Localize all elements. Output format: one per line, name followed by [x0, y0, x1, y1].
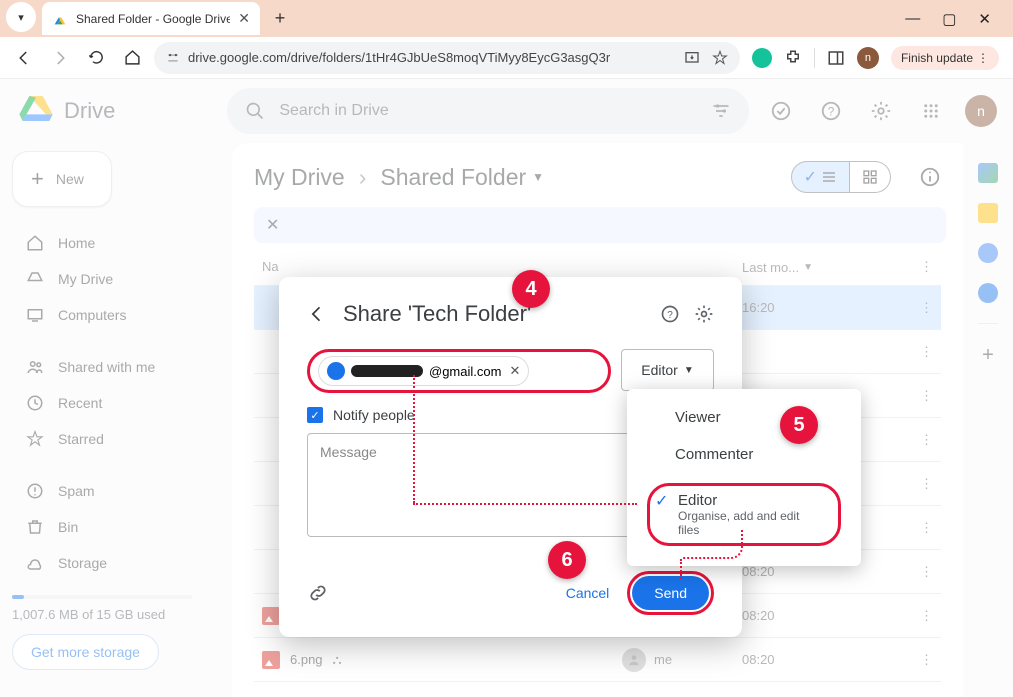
recipient-input[interactable]: @gmail.com ✕: [307, 349, 611, 393]
close-window-icon[interactable]: ✕: [978, 10, 991, 28]
window-controls: — ▢ ✕: [905, 0, 1013, 37]
person-icon: [327, 362, 345, 380]
tab-search-button[interactable]: ▾: [6, 2, 36, 32]
notify-label: Notify people: [333, 407, 415, 423]
notify-checkbox[interactable]: ✓: [307, 407, 323, 423]
url-bar[interactable]: drive.google.com/drive/folders/1tHr4GJbU…: [154, 42, 740, 74]
send-button[interactable]: Send: [632, 576, 709, 610]
email-suffix: @gmail.com: [429, 364, 501, 379]
role-editor[interactable]: ✓ Editor Organise, add and edit files: [637, 477, 851, 552]
modal-title: Share 'Tech Folder': [343, 301, 531, 327]
role-editor-label: Editor: [678, 492, 810, 509]
url-text: drive.google.com/drive/folders/1tHr4GJbU…: [188, 50, 610, 65]
modal-help-icon[interactable]: ?: [660, 304, 680, 324]
role-dropdown-button[interactable]: Editor ▼: [621, 349, 714, 391]
recipient-chip[interactable]: @gmail.com ✕: [318, 356, 529, 386]
role-editor-sub: Organise, add and edit files: [678, 509, 810, 537]
grammarly-icon[interactable]: [752, 48, 772, 68]
tab-title: Shared Folder - Google Drive: [76, 12, 230, 26]
extension-icons: n Finish update⋮: [748, 46, 1003, 70]
role-menu: Viewer Commenter ✓ Editor Organise, add …: [627, 389, 861, 566]
back-button[interactable]: [10, 44, 38, 72]
minimize-icon[interactable]: —: [905, 10, 920, 27]
cancel-button[interactable]: Cancel: [566, 585, 610, 601]
browser-tab-strip: ▾ Shared Folder - Google Drive ✕ + — ▢ ✕: [0, 0, 1013, 37]
drive-favicon: [52, 11, 68, 27]
new-tab-button[interactable]: +: [266, 5, 294, 33]
profile-avatar[interactable]: n: [857, 47, 879, 69]
forward-button[interactable]: [46, 44, 74, 72]
reload-button[interactable]: [82, 44, 110, 72]
callout-5: 5: [780, 406, 818, 444]
modal-back-icon[interactable]: [307, 304, 327, 324]
home-button[interactable]: [118, 44, 146, 72]
svg-text:?: ?: [667, 310, 673, 321]
message-placeholder: Message: [320, 444, 377, 460]
maximize-icon[interactable]: ▢: [942, 10, 956, 28]
role-commenter[interactable]: Commenter: [627, 436, 861, 473]
copy-link-icon[interactable]: [307, 582, 329, 604]
tab-close-icon[interactable]: ✕: [238, 10, 250, 27]
finish-update-button[interactable]: Finish update⋮: [891, 46, 999, 70]
side-panel-icon[interactable]: [827, 49, 845, 67]
chip-remove-icon[interactable]: ✕: [509, 363, 520, 379]
bookmark-icon[interactable]: [712, 50, 728, 66]
email-redacted: [351, 365, 423, 377]
browser-toolbar: drive.google.com/drive/folders/1tHr4GJbU…: [0, 37, 1013, 79]
callout-4: 4: [512, 270, 550, 308]
install-app-icon[interactable]: [684, 50, 700, 66]
modal-settings-icon[interactable]: [694, 304, 714, 324]
extensions-icon[interactable]: [784, 49, 802, 67]
browser-tab[interactable]: Shared Folder - Google Drive ✕: [42, 2, 260, 35]
callout-6: 6: [548, 541, 586, 579]
role-viewer[interactable]: Viewer: [627, 399, 861, 436]
drive-app: Drive Search in Drive ? n + New Home My …: [0, 79, 1013, 697]
check-icon: ✓: [655, 491, 668, 511]
site-settings-icon[interactable]: [166, 51, 180, 65]
send-button-highlight: Send: [627, 571, 714, 615]
